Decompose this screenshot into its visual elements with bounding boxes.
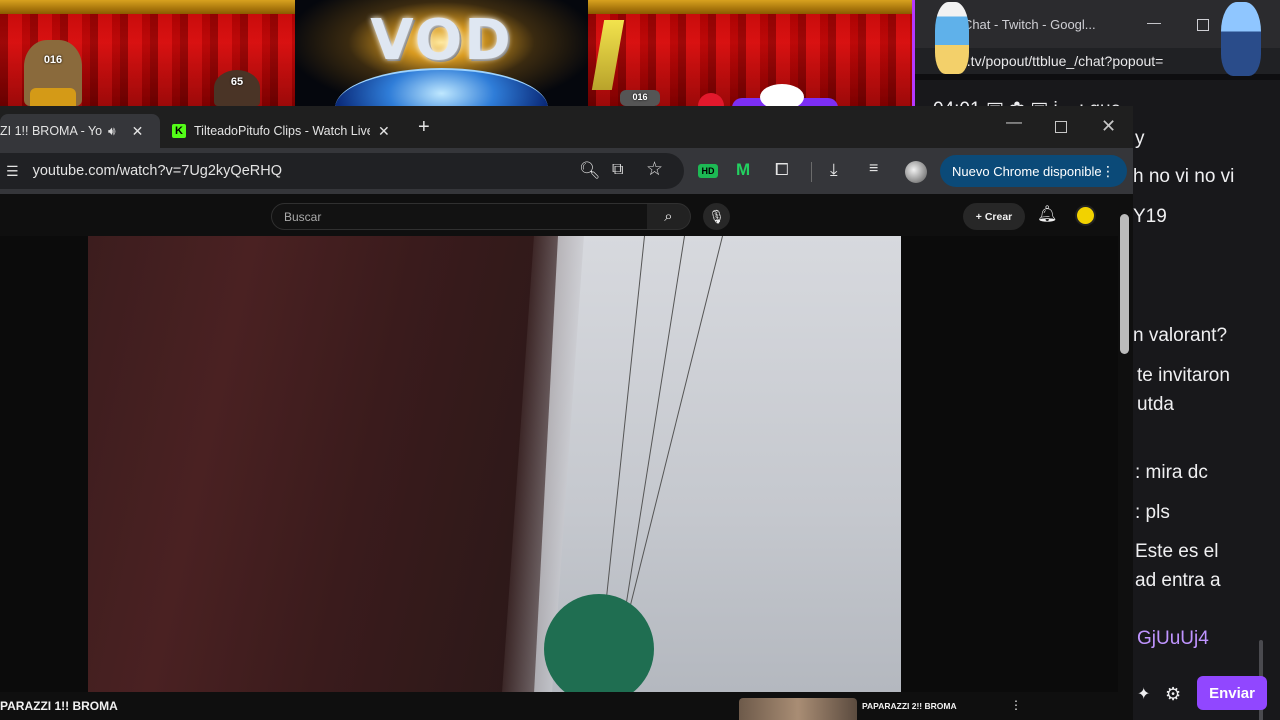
chat-message: : mira dc	[1135, 462, 1208, 483]
gear-icon[interactable]: ⚙	[1165, 684, 1181, 705]
chat-message: te invitaron	[1137, 365, 1230, 386]
search-icon[interactable]: ⌕	[647, 203, 691, 230]
toolbar-divider	[811, 162, 812, 182]
update-label: Nuevo Chrome disponible	[952, 163, 1102, 179]
minimize-icon[interactable]: —	[1006, 114, 1022, 132]
maximize-icon[interactable]	[1197, 19, 1209, 31]
globe-graphic	[335, 68, 548, 106]
tab-title: ZI 1!! BROMA - Yo	[0, 124, 102, 138]
zoom-icon[interactable]: 🔍︎	[579, 161, 601, 181]
minimize-icon[interactable]: —	[1147, 14, 1161, 30]
cast-icon[interactable]: ⧉	[612, 161, 623, 179]
chrome-window: ZI 1!! BROMA - Yo 🔊︎ ✕ K TilteadoPitufo …	[0, 106, 1133, 720]
tab-kick-clips[interactable]: K TilteadoPitufo Clips - Watch Live ✕	[166, 114, 402, 148]
speaker-icon[interactable]: 🔊︎	[108, 124, 116, 139]
vod-logo-panel: VOD	[295, 0, 588, 106]
maximize-icon[interactable]	[1055, 121, 1067, 133]
chat-message: ad entra a	[1135, 570, 1221, 591]
puzzle-icon[interactable]: ⧠	[775, 160, 789, 180]
search-input[interactable]: Buscar	[271, 203, 648, 230]
cat-sticker: 016	[24, 40, 82, 106]
site-info-icon[interactable]: ☰	[6, 163, 19, 180]
url-text[interactable]: youtube.com/watch?v=7Ug2kyQeRHQ	[33, 163, 282, 179]
smurf-sticker-left	[935, 2, 969, 74]
close-icon[interactable]: ✕	[1101, 116, 1116, 137]
chat-message: : pls	[1135, 502, 1170, 523]
address-bar[interactable]: ☰ youtube.com/watch?v=7Ug2kyQeRHQ 🔍︎ ⧉ ☆	[0, 153, 684, 189]
video-frame[interactable]	[88, 236, 901, 692]
kick-favicon-icon: K	[172, 124, 186, 138]
extension-m-icon[interactable]: M	[736, 160, 750, 180]
youtube-masthead: Buscar ⌕ 🎙︎ + Crear 🔔︎	[0, 194, 1118, 236]
face-sticker: 65	[214, 70, 260, 106]
video-player[interactable]	[0, 236, 1118, 692]
chat-message-link[interactable]: GjUuUj4	[1137, 628, 1209, 650]
close-icon[interactable]: ✕	[132, 123, 144, 140]
video-wall	[88, 236, 558, 692]
bits-icon[interactable]: ✦	[1137, 684, 1150, 704]
white-blob-decoration	[760, 84, 804, 106]
extension-icon[interactable]: HD	[698, 164, 718, 178]
video-info-row: PARAZZI 1!! BROMA PAPARAZZI 2!! BROMA ⋮	[0, 692, 1118, 720]
browser-toolbar: ☰ youtube.com/watch?v=7Ug2kyQeRHQ 🔍︎ ⧉ ☆…	[0, 148, 1133, 194]
related-video-thumbnail[interactable]	[739, 698, 857, 720]
chat-url: itch.tv/popout/ttblue_/chat?popout=	[945, 53, 1164, 69]
create-button[interactable]: + Crear	[963, 203, 1025, 230]
tab-title: TilteadoPitufo Clips - Watch Live	[194, 124, 370, 138]
profile-avatar[interactable]	[905, 161, 927, 183]
create-label: Crear	[984, 210, 1013, 223]
chat-window-title: - Chat - Twitch - Googl...	[955, 16, 1096, 32]
more-vert-icon[interactable]: ⋮	[1101, 163, 1115, 180]
mic-icon[interactable]: 🎙︎	[703, 203, 730, 230]
stream-overlay-banner: VOD 016 65 016	[0, 0, 912, 106]
video-title: PARAZZI 1!! BROMA	[0, 699, 118, 713]
small-sticker: 016	[620, 90, 660, 106]
chat-message: y	[1135, 128, 1145, 149]
vod-logo: VOD	[370, 8, 513, 73]
related-video-title[interactable]: PAPARAZZI 2!! BROMA	[862, 701, 957, 711]
close-icon[interactable]: ✕	[378, 123, 390, 140]
chrome-update-button[interactable]: Nuevo Chrome disponible ⋮	[940, 155, 1127, 187]
chat-message: Este es el	[1135, 541, 1219, 562]
plus-icon[interactable]: +	[418, 116, 430, 139]
download-icon[interactable]: ⤓	[830, 160, 838, 180]
chat-message: Y19	[1133, 206, 1167, 227]
smurf-sticker-right	[1221, 2, 1261, 76]
media-queue-icon[interactable]: ≡	[869, 160, 878, 178]
star-icon[interactable]: ☆	[646, 158, 663, 181]
chat-message: h no vi no vi	[1133, 166, 1235, 187]
page-scrollbar[interactable]	[1120, 214, 1129, 354]
tab-youtube[interactable]: ZI 1!! BROMA - Yo 🔊︎ ✕	[0, 114, 160, 148]
more-vert-icon[interactable]: ⋮	[1010, 698, 1022, 712]
tab-strip: ZI 1!! BROMA - Yo 🔊︎ ✕ K TilteadoPitufo …	[0, 106, 1133, 148]
avatar[interactable]	[1075, 205, 1096, 226]
youtube-page: Buscar ⌕ 🎙︎ + Crear 🔔︎ PARAZZI 1!! BROMA…	[0, 194, 1133, 720]
chat-message: utda	[1137, 394, 1174, 415]
chat-message: n valorant?	[1133, 325, 1228, 346]
send-button[interactable]: Enviar	[1197, 676, 1267, 710]
plus-icon: +	[975, 210, 985, 223]
bell-icon[interactable]: 🔔︎	[1037, 204, 1057, 224]
